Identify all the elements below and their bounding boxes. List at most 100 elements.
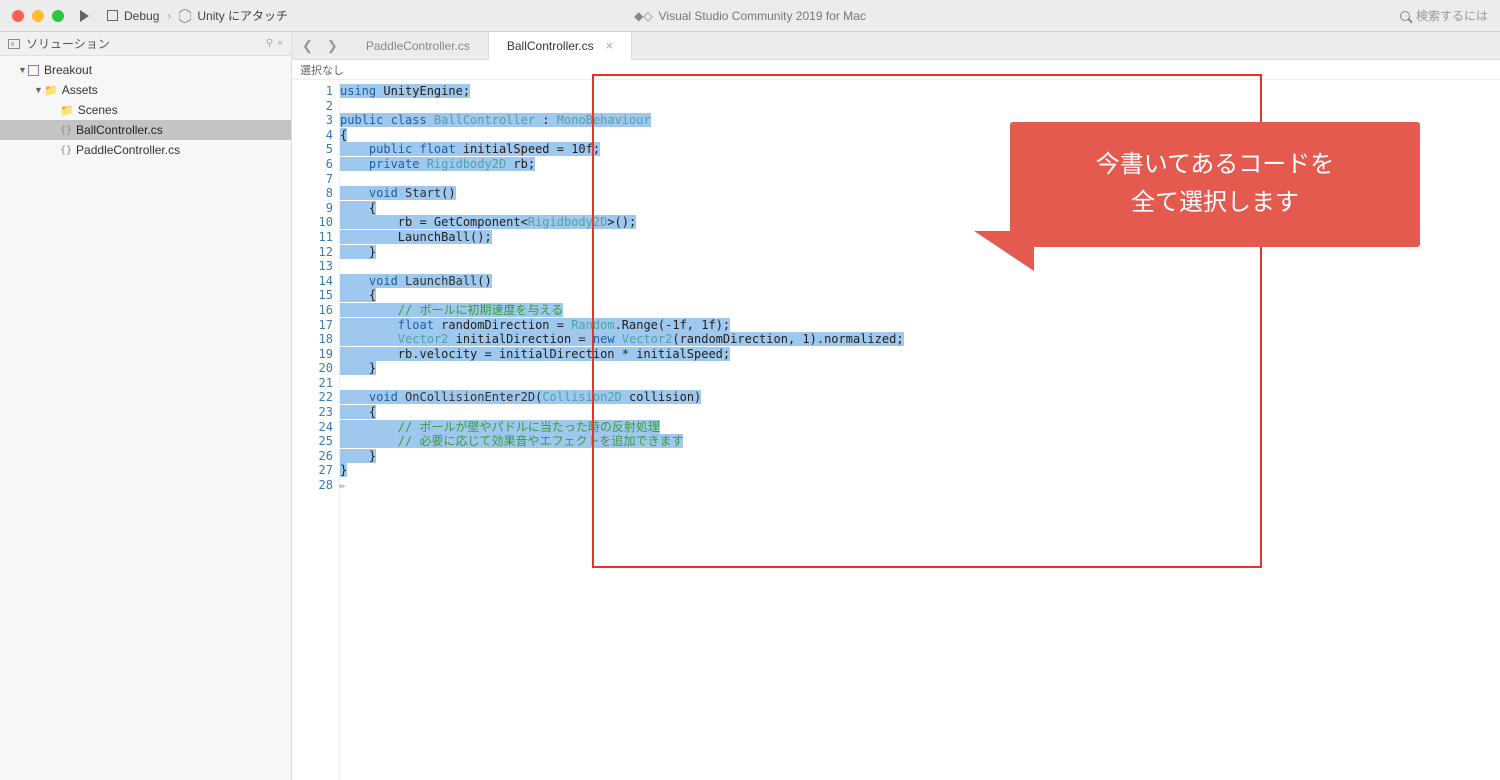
code-line[interactable]: float randomDirection = Random.Range(-1f… <box>340 318 1500 333</box>
breadcrumb[interactable]: 選択なし <box>292 60 1500 80</box>
code-token: public float <box>369 142 463 156</box>
disclosure-arrow-icon[interactable]: ▼ <box>34 85 44 95</box>
editor-area: ❮ ❯ PaddleController.cs BallController.cs… <box>292 32 1500 780</box>
line-number: 2 <box>292 99 333 114</box>
zoom-window-button[interactable] <box>52 10 64 22</box>
tab-ballcontroller-cs[interactable]: BallController.cs× <box>489 32 632 59</box>
code-token: public class <box>340 113 434 127</box>
code-line[interactable]: Vector2 initialDirection = new Vector2(r… <box>340 332 1500 347</box>
code-token: // 必要に応じて効果音やエフェクトを追加できます <box>398 434 684 448</box>
code-line[interactable]: // ボールに初期速度を与える <box>340 303 1500 318</box>
tree-item-assets[interactable]: ▼📁Assets <box>0 80 291 100</box>
line-number: 3 <box>292 113 333 128</box>
code-token: // ボールが壁やパドルに当たった時の反射処理 <box>398 420 660 434</box>
code-token: { <box>340 288 376 302</box>
code-token <box>340 434 398 448</box>
code-token <box>340 142 369 156</box>
code-token: float <box>398 318 441 332</box>
code-line[interactable]: { <box>340 405 1500 420</box>
code-line[interactable]: } <box>340 361 1500 376</box>
code-token: randomDirection = <box>441 318 571 332</box>
disclosure-arrow-icon[interactable]: ▼ <box>18 65 28 75</box>
line-number: 25 <box>292 434 333 449</box>
code-token: MonoBehaviour <box>557 113 651 127</box>
line-number: 15 <box>292 288 333 303</box>
code-token: LaunchBall <box>405 274 477 288</box>
run-config-selector[interactable]: Debug › Unity にアタッチ <box>107 7 288 24</box>
code-token: Vector2 <box>622 332 673 346</box>
code-line[interactable] <box>340 259 1500 274</box>
line-number: 8 <box>292 186 333 201</box>
unity-hex-icon <box>179 9 191 23</box>
minimize-window-button[interactable] <box>32 10 44 22</box>
line-number: 19 <box>292 347 333 362</box>
tab-next-icon[interactable]: ❯ <box>327 38 338 54</box>
code-token: private <box>369 157 427 171</box>
line-number: 9 <box>292 201 333 216</box>
vs-logo-icon: ◆◇ <box>634 9 652 23</box>
code-token <box>340 420 398 434</box>
code-token: >(); <box>607 215 636 229</box>
tab-close-icon[interactable]: × <box>606 38 614 53</box>
code-line[interactable] <box>340 99 1500 114</box>
code-token: } <box>340 449 376 463</box>
tab-paddlecontroller-cs[interactable]: PaddleController.cs <box>348 32 489 59</box>
tab-bar: ❮ ❯ PaddleController.cs BallController.cs… <box>292 32 1500 60</box>
code-token: Collision2D <box>542 390 621 404</box>
pin-icon[interactable]: ⚲ <box>266 38 273 49</box>
code-line[interactable]: using UnityEngine; <box>340 84 1500 99</box>
code-token: void <box>369 390 405 404</box>
tab-label: PaddleController.cs <box>366 39 470 53</box>
tab-prev-icon[interactable]: ❮ <box>302 38 313 54</box>
debug-label: Debug <box>124 9 159 23</box>
line-number: 12 <box>292 245 333 260</box>
code-line[interactable]: // ボールが壁やパドルに当たった時の反射処理 <box>340 420 1500 435</box>
solution-panel-icon <box>8 39 20 49</box>
tree-item-label: Assets <box>62 83 98 97</box>
sidebar-header: ソリューション ⚲ × <box>0 32 291 56</box>
close-window-button[interactable] <box>12 10 24 22</box>
line-number: 4 <box>292 128 333 143</box>
code-line[interactable]: ✎ <box>340 478 1500 493</box>
line-number: 23 <box>292 405 333 420</box>
run-play-icon[interactable] <box>80 10 89 22</box>
code-token <box>340 390 369 404</box>
app-title-text: Visual Studio Community 2019 for Mac <box>659 9 866 23</box>
code-line[interactable]: void OnCollisionEnter2D(Collision2D coll… <box>340 390 1500 405</box>
code-token: initialSpeed = 10f; <box>463 142 600 156</box>
close-panel-icon[interactable]: × <box>277 38 283 49</box>
code-line[interactable]: { <box>340 288 1500 303</box>
code-token <box>340 157 369 171</box>
code-token <box>340 99 347 113</box>
line-number: 5 <box>292 142 333 157</box>
unity-attach-label: Unity にアタッチ <box>197 7 288 24</box>
csharp-file-icon: {} <box>60 145 72 156</box>
code-token: (randomDirection, 1).normalized; <box>672 332 903 346</box>
global-search[interactable]: 検索するには <box>1400 7 1488 24</box>
debug-square-icon <box>107 10 118 21</box>
line-number: 11 <box>292 230 333 245</box>
code-token: collision) <box>622 390 701 404</box>
code-line[interactable]: rb.velocity = initialDirection * initial… <box>340 347 1500 362</box>
code-line[interactable]: } <box>340 449 1500 464</box>
callout-line2: 全て選択します <box>1030 184 1400 222</box>
tree-item-paddlecontroller-cs[interactable]: {} PaddleController.cs <box>0 140 291 160</box>
code-line[interactable]: void LaunchBall() <box>340 274 1500 289</box>
tree-item-ballcontroller-cs[interactable]: {}BallController.cs <box>0 120 291 140</box>
tree-item-scenes[interactable]: 📁Scenes <box>0 100 291 120</box>
code-line[interactable]: } <box>340 463 1500 478</box>
code-token: Start <box>405 186 441 200</box>
tree-item-breakout[interactable]: ▼Breakout <box>0 60 291 80</box>
code-token <box>340 186 369 200</box>
code-token: new <box>593 332 622 346</box>
tree-item-label: PaddleController.cs <box>76 143 180 157</box>
folder-icon: 📁 <box>60 104 74 117</box>
code-line[interactable] <box>340 376 1500 391</box>
line-number: 21 <box>292 376 333 391</box>
code-token: .Range(-1f, 1f); <box>615 318 731 332</box>
titlebar: Debug › Unity にアタッチ ◆◇ Visual Studio Com… <box>0 0 1500 32</box>
code-token: // ボールに初期速度を与える <box>398 303 563 317</box>
line-number: 10 <box>292 215 333 230</box>
line-number: 17 <box>292 318 333 333</box>
code-line[interactable]: // 必要に応じて効果音やエフェクトを追加できます <box>340 434 1500 449</box>
